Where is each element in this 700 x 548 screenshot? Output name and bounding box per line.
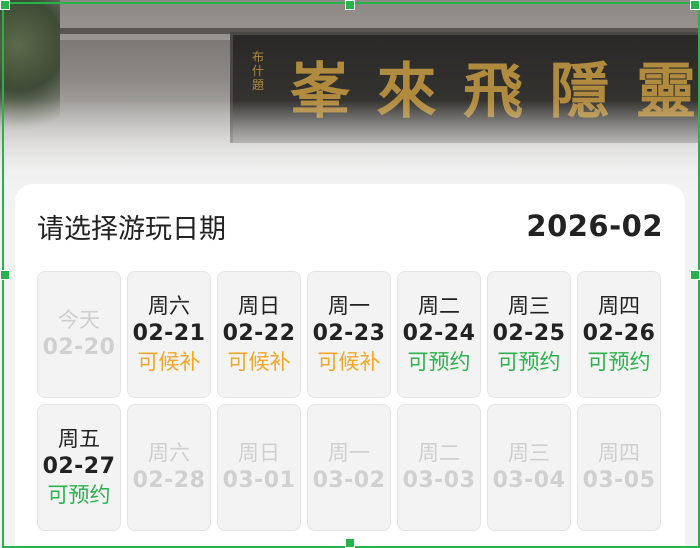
date-status: 可预约 xyxy=(47,483,111,507)
date-weekday: 周六 xyxy=(148,441,190,465)
date-weekday: 周四 xyxy=(598,441,640,465)
resize-handle-bottom[interactable] xyxy=(345,538,355,548)
date-value: 03-03 xyxy=(402,468,476,493)
date-value: 02-28 xyxy=(132,468,206,493)
resize-handle-top-right[interactable] xyxy=(690,0,700,10)
date-cell[interactable]: 周三 02-25 可预约 xyxy=(487,271,571,398)
date-value: 02-22 xyxy=(222,321,296,346)
date-grid: 今天 02-20 周六 02-21 可候补 周日 02-22 可候补 周一 02… xyxy=(37,271,663,531)
date-cell[interactable]: 周六 02-21 可候补 xyxy=(127,271,211,398)
date-value: 02-21 xyxy=(132,321,206,346)
date-cell: 周二 03-03 xyxy=(397,404,481,531)
banner-image: 布什題 靈 隱 飛 來 峯 xyxy=(0,0,700,200)
date-weekday: 周五 xyxy=(58,427,100,451)
date-picker-card: 请选择游玩日期 2026-02 今天 02-20 周六 02-21 可候补 周日… xyxy=(15,184,685,548)
date-status: 可预约 xyxy=(407,350,471,374)
date-cell[interactable]: 周四 02-26 可预约 xyxy=(577,271,661,398)
date-weekday: 周日 xyxy=(238,441,280,465)
date-cell: 周日 03-01 xyxy=(217,404,301,531)
date-value: 02-27 xyxy=(42,454,116,479)
date-weekday: 周六 xyxy=(148,294,190,318)
date-value: 03-04 xyxy=(492,468,566,493)
resize-handle-top-left[interactable] xyxy=(0,0,10,10)
date-value: 02-25 xyxy=(492,321,566,346)
date-status: 可候补 xyxy=(317,350,381,374)
date-weekday: 周二 xyxy=(418,441,460,465)
date-cell[interactable]: 周日 02-22 可候补 xyxy=(217,271,301,398)
card-header: 请选择游玩日期 2026-02 xyxy=(37,206,663,246)
date-weekday: 今天 xyxy=(58,308,100,332)
date-weekday: 周三 xyxy=(508,441,550,465)
resize-handle-right[interactable] xyxy=(690,270,700,280)
date-cell: 周四 03-05 xyxy=(577,404,661,531)
resize-handle-left[interactable] xyxy=(0,270,10,280)
resize-handle-top[interactable] xyxy=(345,0,355,10)
date-weekday: 周二 xyxy=(418,294,460,318)
date-value: 02-24 xyxy=(402,321,476,346)
current-month: 2026-02 xyxy=(526,209,663,243)
date-cell: 周三 03-04 xyxy=(487,404,571,531)
date-status: 可预约 xyxy=(497,350,561,374)
date-cell: 周一 03-02 xyxy=(307,404,391,531)
date-status: 可候补 xyxy=(227,350,291,374)
date-cell: 周六 02-28 xyxy=(127,404,211,531)
date-value: 03-01 xyxy=(222,468,296,493)
card-title: 请选择游玩日期 xyxy=(37,213,226,245)
date-weekday: 周一 xyxy=(328,441,370,465)
date-cell[interactable]: 周一 02-23 可候补 xyxy=(307,271,391,398)
date-value: 03-05 xyxy=(582,468,656,493)
date-weekday: 周一 xyxy=(328,294,370,318)
date-weekday: 周日 xyxy=(238,294,280,318)
date-cell[interactable]: 周二 02-24 可预约 xyxy=(397,271,481,398)
date-weekday: 周三 xyxy=(508,294,550,318)
banner-seal-text: 布什題 xyxy=(252,50,265,92)
date-status: 可预约 xyxy=(587,350,651,374)
date-value: 03-02 xyxy=(312,468,386,493)
date-value: 02-23 xyxy=(312,321,386,346)
date-weekday: 周四 xyxy=(598,294,640,318)
date-cell: 今天 02-20 xyxy=(37,271,121,398)
date-value: 02-20 xyxy=(42,335,116,360)
date-status: 可候补 xyxy=(137,350,201,374)
date-cell[interactable]: 周五 02-27 可预约 xyxy=(37,404,121,531)
date-value: 02-26 xyxy=(582,321,656,346)
screenshot-frame: 布什題 靈 隱 飛 來 峯 请选择游玩日期 2026-02 今天 02-20 周… xyxy=(0,0,700,548)
